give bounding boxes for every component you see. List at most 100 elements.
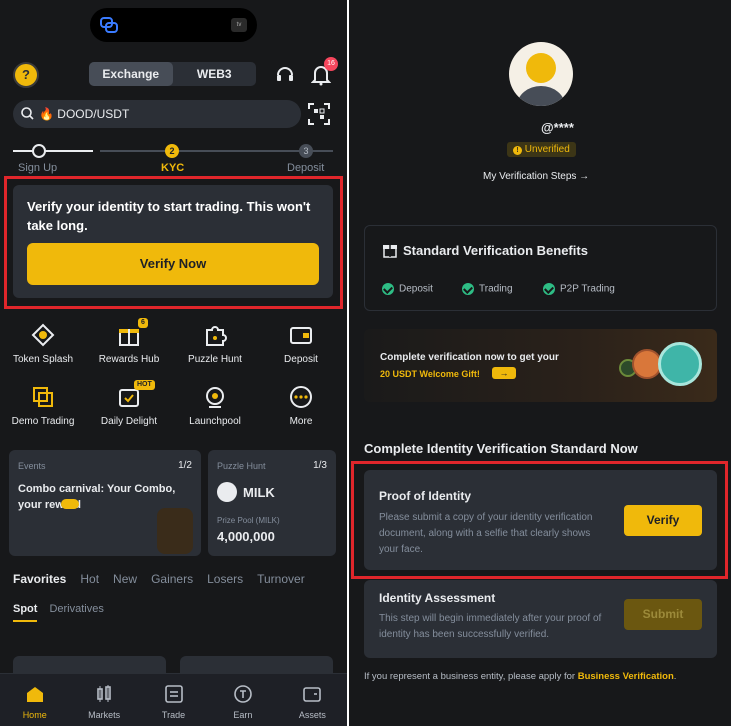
nav-assets[interactable]: Assets bbox=[278, 674, 347, 726]
check-icon bbox=[543, 283, 555, 295]
grid-label: More bbox=[289, 416, 313, 427]
promo-arrow[interactable]: → bbox=[492, 367, 516, 379]
events-pager: 1/2 bbox=[178, 460, 192, 471]
progress-done bbox=[13, 150, 93, 152]
arrow-right-icon[interactable] bbox=[61, 499, 79, 509]
check-icon bbox=[382, 283, 394, 295]
step-check-icon bbox=[32, 144, 46, 158]
usdt-coin-icon bbox=[658, 342, 702, 386]
promo-line1: Complete verification now to get your bbox=[380, 352, 559, 363]
benefits-title: Standard Verification Benefits bbox=[403, 243, 588, 258]
puzzle-pager: 1/3 bbox=[313, 460, 327, 471]
grid-label: Rewards Hub bbox=[98, 354, 160, 365]
nav-label: Markets bbox=[88, 710, 121, 720]
qr-scan-icon[interactable] bbox=[308, 103, 330, 125]
earn-icon bbox=[234, 685, 252, 703]
home-icon bbox=[26, 687, 43, 702]
grid-launchpool[interactable]: Launchpool bbox=[172, 384, 258, 427]
events-card[interactable]: Events 1/2 Combo carnival: Your Combo, y… bbox=[9, 450, 201, 556]
search-input[interactable]: 🔥 DOOD/USDT bbox=[13, 100, 301, 128]
grid-token-splash[interactable]: Token Splash bbox=[0, 322, 86, 365]
grid-label: Daily Delight bbox=[100, 416, 158, 427]
verification-screen: @**** ! Unverified My Verification Steps… bbox=[349, 0, 731, 726]
nav-label: Earn bbox=[233, 710, 253, 720]
puzzle-token: MILK bbox=[243, 485, 275, 500]
notification-badge: 16 bbox=[324, 57, 338, 71]
grid-label: Demo Trading bbox=[11, 416, 75, 427]
benefit-p2p: P2P Trading bbox=[543, 283, 615, 295]
tab-turnover[interactable]: Turnover bbox=[257, 572, 305, 586]
footer-end: . bbox=[673, 671, 677, 682]
business-footer: If you represent a business entity, plea… bbox=[364, 671, 724, 682]
poi-description: Please submit a copy of your identity ve… bbox=[379, 512, 593, 555]
step-deposit-label: Deposit bbox=[287, 162, 325, 174]
more-icon bbox=[290, 386, 312, 408]
hot-badge: HOT bbox=[134, 380, 155, 390]
bottom-nav: Home Markets Trade Earn Assets bbox=[0, 673, 347, 726]
submit-button[interactable]: Submit bbox=[624, 599, 702, 630]
nav-earn[interactable]: Earn bbox=[208, 674, 277, 726]
status-badge: ! Unverified bbox=[507, 142, 576, 157]
tab-web3[interactable]: WEB3 bbox=[173, 62, 257, 86]
promo-banner[interactable]: Complete verification now to get your 20… bbox=[364, 329, 717, 402]
grid-rewards-hub[interactable]: 6 Rewards Hub bbox=[86, 318, 172, 365]
nav-trade[interactable]: Trade bbox=[139, 674, 208, 726]
step-kyc-number: 2 bbox=[165, 144, 179, 158]
tab-derivatives[interactable]: Derivatives bbox=[49, 603, 103, 615]
tab-losers[interactable]: Losers bbox=[207, 572, 243, 586]
assets-icon bbox=[303, 687, 322, 702]
tab-hot[interactable]: Hot bbox=[80, 572, 99, 586]
username: @**** bbox=[541, 120, 574, 135]
launchpool-icon bbox=[206, 387, 224, 408]
robot-illustration bbox=[157, 508, 193, 554]
puzzle-tag: Puzzle Hunt bbox=[217, 461, 266, 471]
milk-token-icon bbox=[217, 482, 237, 502]
verification-steps-link[interactable]: My Verification Steps → bbox=[483, 171, 589, 182]
search-value: 🔥 DOOD/USDT bbox=[39, 107, 130, 121]
grid-label: Launchpool bbox=[189, 416, 241, 427]
headset-icon[interactable] bbox=[275, 64, 295, 84]
grid-puzzle-hunt[interactable]: Puzzle Hunt bbox=[172, 322, 258, 365]
nav-label: Assets bbox=[298, 710, 326, 720]
pool-value: 4,000,000 bbox=[217, 529, 275, 544]
business-verification-link[interactable]: Business Verification bbox=[578, 671, 674, 682]
tab-spot[interactable]: Spot bbox=[13, 603, 38, 622]
puzzle-card[interactable]: Puzzle Hunt 1/3 MILK Prize Pool (MILK) 4… bbox=[208, 450, 336, 556]
grid-demo-trading[interactable]: Demo Trading bbox=[0, 384, 86, 427]
verify-now-button[interactable]: Verify Now bbox=[27, 243, 319, 285]
nav-label: Trade bbox=[161, 710, 186, 720]
grid-deposit[interactable]: Deposit bbox=[258, 322, 344, 365]
grid-label: Token Splash bbox=[12, 354, 74, 365]
mode-switch: Exchange WEB3 bbox=[89, 62, 256, 86]
tab-exchange[interactable]: Exchange bbox=[89, 62, 173, 86]
pool-label: Prize Pool (MILK) bbox=[217, 516, 280, 525]
trade-icon bbox=[164, 685, 183, 703]
step-deposit-number: 3 bbox=[299, 144, 313, 158]
check-icon bbox=[462, 283, 474, 295]
verify-button[interactable]: Verify bbox=[624, 505, 702, 536]
tab-gainers[interactable]: Gainers bbox=[151, 572, 193, 586]
benefits-card: Standard Verification Benefits Deposit T… bbox=[364, 225, 717, 311]
warning-icon: ! bbox=[513, 146, 522, 155]
tab-new[interactable]: New bbox=[113, 572, 137, 586]
tab-favorites[interactable]: Favorites bbox=[13, 572, 66, 586]
demo-icon bbox=[33, 387, 53, 407]
puzzle-icon bbox=[206, 326, 227, 346]
sub-tabs: Spot Derivatives bbox=[13, 603, 104, 622]
nav-markets[interactable]: Markets bbox=[69, 674, 138, 726]
events-tag: Events bbox=[18, 461, 46, 471]
rewards-badge: 6 bbox=[138, 318, 148, 328]
dynamic-island: tv bbox=[90, 8, 257, 42]
footer-text: If you represent a business entity, plea… bbox=[364, 671, 578, 682]
grid-more[interactable]: More bbox=[258, 384, 344, 427]
nav-label: Home bbox=[22, 710, 47, 720]
grid-label: Puzzle Hunt bbox=[188, 354, 242, 365]
poi-title: Proof of Identity bbox=[379, 489, 471, 503]
grid-daily-delight[interactable]: HOT Daily Delight bbox=[86, 380, 172, 427]
gift-icon bbox=[383, 245, 397, 258]
profile-avatar[interactable]: ? bbox=[13, 62, 39, 88]
benefit-deposit: Deposit bbox=[382, 283, 433, 295]
section-title: Complete Identity Verification Standard … bbox=[364, 441, 638, 456]
nav-home[interactable]: Home bbox=[0, 674, 69, 726]
user-avatar bbox=[509, 42, 573, 106]
